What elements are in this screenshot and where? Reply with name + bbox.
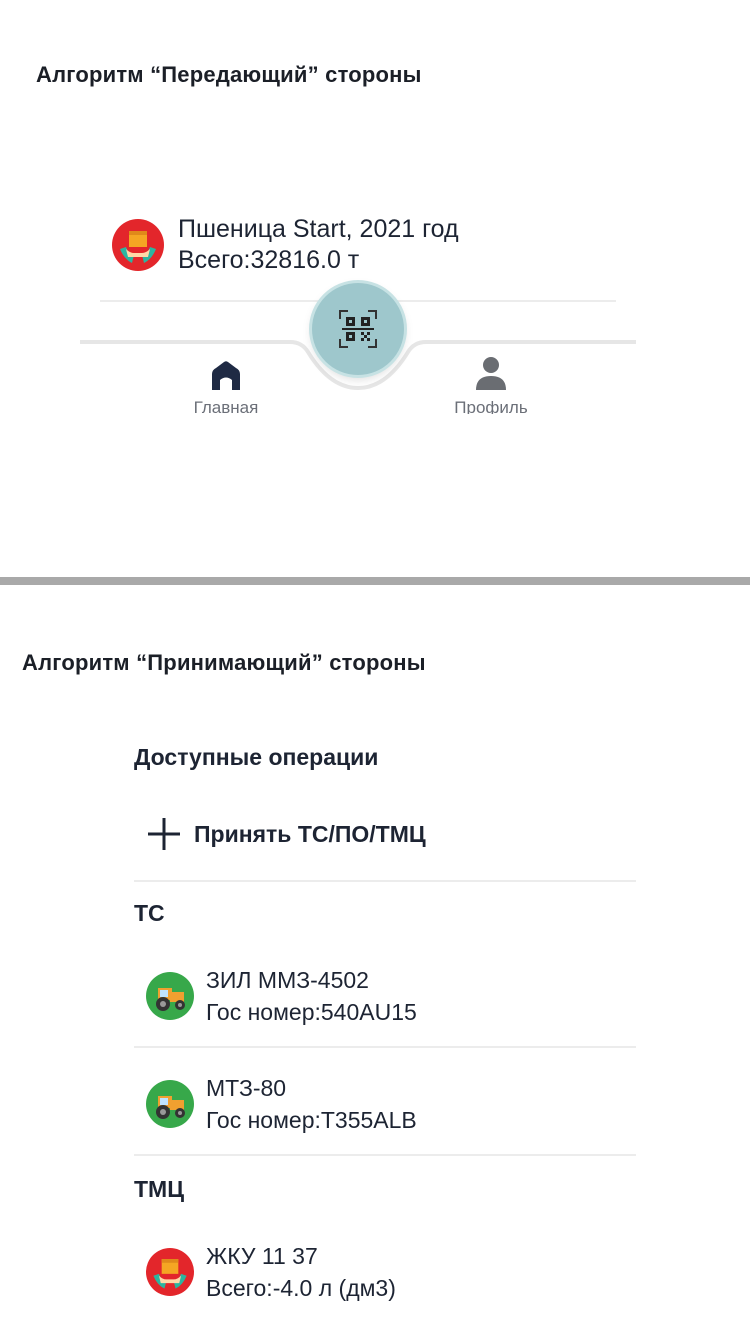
vehicle-plate: Гос номер:540AU15 <box>206 999 417 1025</box>
product-card[interactable]: Пшеница Start, 2021 год Всего:32816.0 т <box>112 214 459 276</box>
accept-label: Принять ТС/ПО/ТМЦ <box>194 820 426 847</box>
product-name: Пшеница Start, 2021 год <box>178 215 459 243</box>
divider <box>134 1046 636 1048</box>
vehicle-name: МТЗ-80 <box>206 1075 287 1101</box>
tractor-icon <box>146 1080 194 1128</box>
vehicles-section-title: ТС <box>134 900 165 926</box>
goods-section-title: ТМЦ <box>134 1176 185 1202</box>
plus-icon <box>148 818 180 850</box>
scan-qr-button[interactable] <box>312 283 404 375</box>
vehicle-item[interactable]: ЗИЛ ММЗ-4502 Гос номер:540AU15 <box>146 964 417 1028</box>
divider <box>134 1154 636 1156</box>
tractor-icon <box>146 972 194 1020</box>
section-divider <box>0 577 750 585</box>
operations-title: Доступные операции <box>134 744 379 770</box>
receiver-heading: Алгоритм “Принимающий” стороны <box>22 650 426 675</box>
crate-hands-icon <box>146 1248 194 1296</box>
profile-icon <box>476 357 506 390</box>
accept-button[interactable]: Принять ТС/ПО/ТМЦ <box>146 816 426 852</box>
nav-profile[interactable]: Профиль <box>446 356 536 418</box>
home-icon <box>212 361 240 390</box>
sender-heading: Алгоритм “Передающий” стороны <box>36 62 422 87</box>
goods-total: Всего:-4.0 л (дм3) <box>206 1275 396 1301</box>
nav-home[interactable]: Главная <box>186 360 266 418</box>
divider <box>134 880 636 882</box>
crate-hands-icon <box>112 219 164 271</box>
goods-item[interactable]: ЖКУ 11 37 Всего:-4.0 л (дм3) <box>146 1240 396 1304</box>
goods-name: ЖКУ 11 37 <box>206 1243 318 1269</box>
vehicle-name: ЗИЛ ММЗ-4502 <box>206 967 369 993</box>
qr-code-icon <box>339 310 377 348</box>
vehicle-plate: Гос номер:T355ALB <box>206 1107 417 1133</box>
product-total: Всего:32816.0 т <box>178 246 360 274</box>
vehicle-item[interactable]: МТЗ-80 Гос номер:T355ALB <box>146 1072 417 1136</box>
crop-mask <box>160 414 580 444</box>
